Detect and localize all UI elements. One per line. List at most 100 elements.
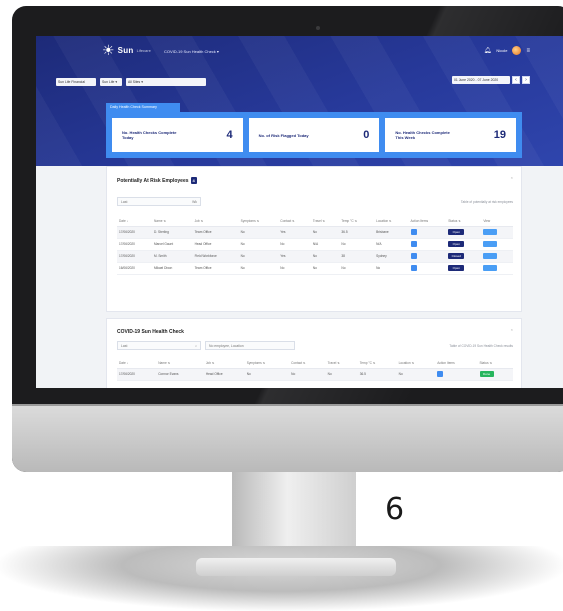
cell-status: Open: [446, 238, 482, 251]
col-location[interactable]: Location ⇅: [374, 217, 409, 227]
col-symptoms[interactable]: Symptoms ⇅: [238, 217, 279, 227]
status-badge[interactable]: Done: [479, 371, 494, 377]
col-name[interactable]: Name ⇅: [156, 359, 204, 369]
col-actions: Action Items: [408, 217, 447, 227]
action-checkbox[interactable]: [410, 240, 417, 247]
col-temp[interactable]: Temp °C ⇅: [357, 359, 397, 369]
col-view: View: [481, 217, 513, 227]
cell-view: [481, 238, 513, 251]
table-row[interactable]: 17/06/2020 D. Sterling Team Office No Ye…: [117, 226, 513, 239]
cell-location: Sydney: [374, 250, 409, 263]
period-select[interactable]: Last Wk: [117, 197, 201, 206]
cell-contact: No: [289, 368, 326, 381]
stat-label: No. Health Checks Complete This Week: [395, 130, 450, 140]
view-button[interactable]: [483, 240, 498, 247]
table-header-row: Date ↓ Name ⇅ Job ⇅ Symptoms ⇅ Contact ⇅…: [117, 217, 513, 227]
col-name[interactable]: Name ⇅: [151, 217, 193, 227]
status-badge[interactable]: Closed: [448, 253, 465, 259]
cell-temp: 38: [339, 250, 375, 263]
health-check-table: Date ↓ Name ⇅ Job ⇅ Symptoms ⇅ Contact ⇅…: [117, 359, 513, 381]
action-checkbox[interactable]: [410, 264, 417, 271]
search-input[interactable]: No employee, Location: [205, 341, 295, 350]
action-checkbox[interactable]: [410, 228, 417, 235]
user-name[interactable]: Nicole: [496, 48, 507, 53]
status-badge[interactable]: Open: [448, 229, 465, 235]
view-button[interactable]: [483, 264, 498, 271]
table-row[interactable]: 17/06/2020 M. Smith Field Workforce No Y…: [117, 250, 513, 263]
app-logo[interactable]: ☀ Sun Lifecare: [102, 43, 151, 57]
cell-name: Mikael Dixon: [151, 262, 193, 275]
user-menu: 🔔︎ Nicole ≡: [484, 46, 530, 55]
cell-date: 16/06/2020: [117, 262, 152, 275]
view-button[interactable]: [483, 228, 498, 235]
cell-action: [408, 262, 447, 275]
col-travel[interactable]: Travel ⇅: [325, 359, 358, 369]
menu-icon[interactable]: ≡: [526, 48, 530, 54]
close-icon[interactable]: ×: [511, 327, 513, 332]
cell-action: [408, 238, 447, 251]
camera-dot: [316, 26, 320, 30]
col-date[interactable]: Date ↓: [117, 359, 157, 369]
bell-icon[interactable]: 🔔︎: [484, 48, 492, 54]
col-contact[interactable]: Contact ⇅: [278, 217, 311, 227]
stat-label: No. Health Checks Complete Today: [122, 130, 177, 140]
close-icon[interactable]: ×: [511, 175, 513, 180]
cell-status: Open: [446, 262, 482, 275]
table-row[interactable]: 16/06/2020 Mikael Dixon Team Office No N…: [117, 262, 513, 275]
period-select[interactable]: Last ⌕: [117, 341, 201, 350]
cell-temp: 36.5: [339, 226, 375, 239]
cell-symptoms: No: [238, 250, 279, 263]
status-badge[interactable]: Open: [448, 265, 465, 271]
avatar[interactable]: [512, 46, 522, 55]
stat-card-risk: No. of Risk Flagged Today 0: [248, 118, 380, 152]
status-badge[interactable]: Open: [448, 241, 465, 247]
logo-subtext: Lifecare: [136, 47, 151, 53]
at-risk-table: Date ↓ Name ⇅ Job ⇅ Symptoms ⇅ Contact ⇅…: [117, 217, 513, 275]
cell-location: N/A: [374, 238, 409, 251]
col-location[interactable]: Location ⇅: [396, 359, 436, 369]
cell-job: Head Office: [203, 368, 245, 381]
location-select[interactable]: All Sites ▾: [126, 78, 206, 86]
cell-symptoms: No: [244, 368, 290, 381]
col-travel[interactable]: Travel ⇅: [310, 217, 340, 227]
cell-symptoms: No: [238, 238, 279, 251]
col-temp[interactable]: Temp °C ⇅: [339, 217, 375, 227]
col-status[interactable]: Status ⇅: [477, 359, 513, 369]
action-checkbox[interactable]: [410, 252, 417, 259]
cell-temp: 36.5: [357, 368, 397, 381]
chevron-right-icon: ›: [525, 77, 527, 83]
monitor-stand-shadow: [0, 546, 563, 611]
app-selector[interactable]: COVID-19 Sun Health Check ▾: [164, 49, 219, 54]
cell-location: No: [396, 368, 436, 381]
col-symptoms[interactable]: Symptoms ⇅: [244, 359, 290, 369]
col-date[interactable]: Date ↓: [117, 217, 152, 227]
company-select[interactable]: Sun Life Financial: [56, 78, 96, 86]
cell-travel: N/A: [310, 238, 340, 251]
col-job[interactable]: Job ⇅: [203, 359, 245, 369]
stat-label: No. of Risk Flagged Today: [258, 132, 309, 138]
summary-tab[interactable]: Daily Health Check Summary: [106, 103, 180, 112]
panel-title-text: COVID-19 Sun Health Check: [117, 329, 184, 335]
panel-title-text: Potentially At Risk Employees: [117, 177, 189, 184]
view-button[interactable]: [483, 252, 498, 259]
division-select[interactable]: Sun Life ▾: [100, 78, 122, 86]
app-screen: ☀ Sun Lifecare COVID-19 Sun Health Check…: [36, 36, 563, 388]
cell-contact: No: [278, 238, 311, 251]
next-range-button[interactable]: ›: [522, 76, 530, 84]
health-check-panel: COVID-19 Sun Health Check × Last ⌕ No em…: [106, 318, 522, 388]
col-contact[interactable]: Contact ⇅: [289, 359, 326, 369]
cell-job: Field Workforce: [192, 250, 239, 263]
action-checkbox[interactable]: [437, 370, 444, 377]
col-job[interactable]: Job ⇅: [192, 217, 239, 227]
col-status[interactable]: Status ⇅: [446, 217, 482, 227]
cell-location: No: [374, 262, 409, 275]
table-row[interactable]: 17/06/2020 Connor Evans Head Office No N…: [117, 368, 513, 381]
table-row[interactable]: 17/06/2020 Marcel Gaunt Head Office No N…: [117, 238, 513, 251]
stat-value: 19: [493, 129, 507, 141]
period-select-value: Last: [121, 199, 128, 204]
date-range-input[interactable]: 01 June 2020 - 07 June 2020: [452, 76, 510, 84]
cell-symptoms: No: [238, 262, 279, 275]
panel-controls: Last Wk: [117, 197, 201, 206]
prev-range-button[interactable]: ‹: [512, 76, 520, 84]
cell-action: [435, 368, 478, 381]
